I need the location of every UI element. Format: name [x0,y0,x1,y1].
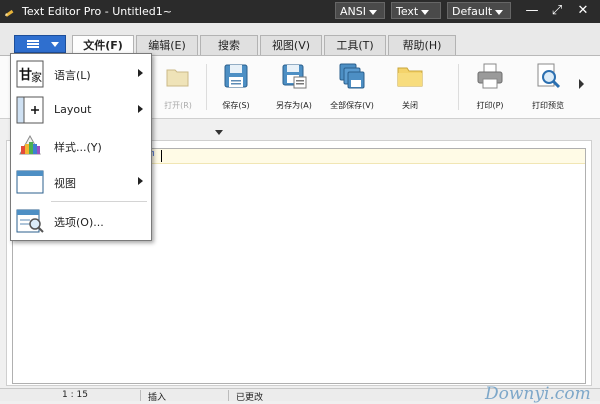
close-folder-icon [397,67,423,87]
tab-view[interactable]: 视图(V) [260,35,322,55]
tab-help[interactable]: 帮助(H) [388,35,456,55]
menu-item-options[interactable]: 选项(O)... [11,204,151,238]
chevron-down-icon [421,9,430,15]
app-menu-button[interactable] [14,35,66,53]
print-preview-icon [537,63,561,89]
syntax-label: Text [396,5,419,18]
menu-separator [51,201,147,202]
window-title: Text Editor Pro - Untitled1~ [22,5,172,18]
chevron-right-icon [138,105,143,113]
chevron-right-icon[interactable] [579,79,584,89]
menu-item-layout[interactable]: Layout [11,93,151,127]
modified-status: 已更改 [236,393,264,403]
ribbon-separator [206,64,207,110]
cursor-position: 1 : 15 [62,390,88,400]
encoding-label: ANSI [340,5,366,18]
insert-mode: 插入 [148,393,167,403]
open-button[interactable]: 打开(R) [152,60,204,114]
chevron-down-icon [495,9,504,15]
theme-label: Default [452,5,493,18]
status-divider [140,390,141,401]
print-preview-button[interactable]: 打印预览 [522,60,574,114]
open-label: 打开(R) [164,101,192,110]
view-window-icon [16,170,44,194]
title-bar: Text Editor Pro - Untitled1~ ANSI Text D… [0,0,600,23]
open-folder-icon [166,69,189,87]
menu-item-label: 样式...(Y) [54,141,102,154]
save-button[interactable]: 保存(S) [210,60,262,114]
save-as-label: 另存为(A) [276,101,312,110]
svg-text:家: 家 [31,70,42,84]
close-file-label: 关闭 [402,101,418,110]
status-divider [228,390,229,401]
close-button[interactable]: ✕ [574,3,592,19]
watermark: Downyi.com [485,384,591,404]
minimize-button[interactable]: — [523,3,541,19]
menu-item-language[interactable]: 甘 家 语言(L) [11,57,151,91]
ribbon-separator [458,64,459,110]
print-button[interactable]: 打印(P) [464,60,516,114]
syntax-dropdown[interactable]: Text [391,2,441,19]
print-preview-label: 打印预览 [532,101,564,110]
menu-item-label: 视图 [54,177,76,190]
chevron-down-icon [368,9,377,15]
save-icon [224,64,248,88]
save-as-button[interactable]: 另存为(A) [268,60,320,114]
save-label: 保存(S) [222,101,250,110]
save-all-icon [339,63,365,89]
palette-icon [19,134,41,155]
app-menu-dropdown: 甘 家 语言(L) Layout 样式...(Y) 视图 选项(O)... [10,53,152,241]
menu-item-label: 选项(O)... [54,216,104,229]
menu-item-view[interactable]: 视图 [11,165,151,199]
hamburger-icon [27,40,39,48]
printer-icon [477,63,503,89]
tab-edit[interactable]: 编辑(E) [136,35,198,55]
chevron-right-icon [138,69,143,77]
tab-tools[interactable]: 工具(T) [324,35,386,55]
tab-search[interactable]: 搜索 [200,35,258,55]
open-dropdown-caret-icon[interactable] [215,130,223,135]
layout-icon [16,96,44,124]
app-pencil-icon [5,9,14,17]
chevron-right-icon [138,177,143,185]
text-cursor [161,150,162,162]
menu-item-label: 语言(L) [54,69,91,82]
close-file-button[interactable]: 关闭 [384,60,436,114]
menu-item-style[interactable]: 样式...(Y) [11,129,151,163]
encoding-dropdown[interactable]: ANSI [335,2,385,19]
print-label: 打印(P) [476,101,504,110]
menu-item-label: Layout [54,103,92,116]
options-icon [16,209,44,233]
save-all-button[interactable]: 全部保存(V) [326,60,378,114]
restore-button[interactable]: ⤢ [548,3,566,19]
save-as-icon [282,64,307,89]
language-icon: 甘 家 [16,60,44,88]
menu-tab-row: 文件(F) 编辑(E) 搜索 视图(V) 工具(T) 帮助(H) [0,23,600,56]
theme-dropdown[interactable]: Default [447,2,511,19]
save-all-label: 全部保存(V) [330,101,374,110]
chevron-down-icon [51,42,59,47]
